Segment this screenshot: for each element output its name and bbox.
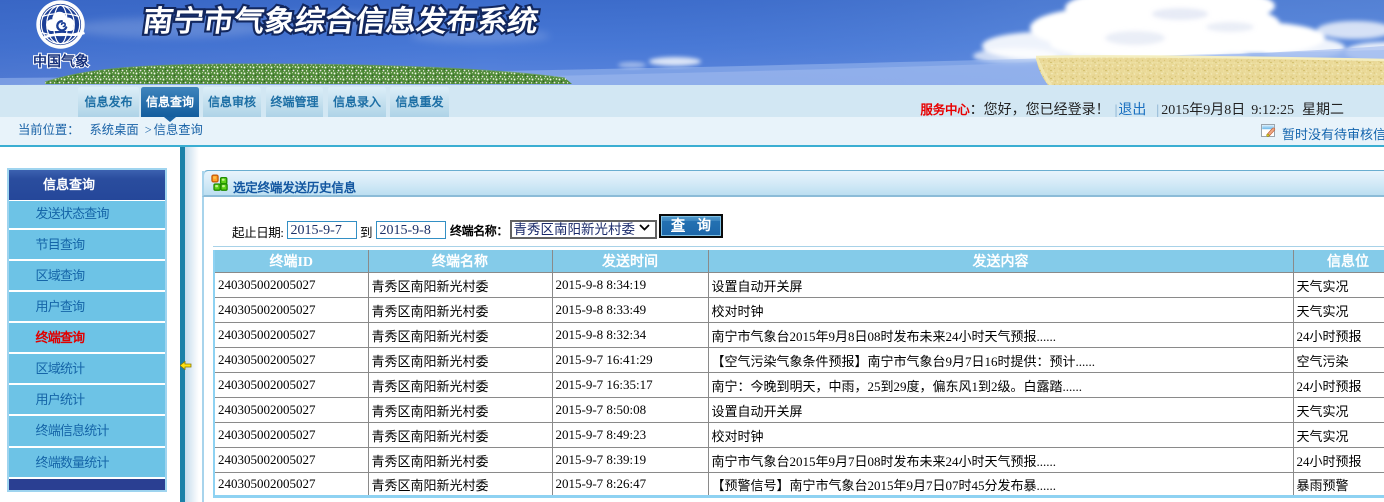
svg-text:南宁市气象综合信息发布系统: 南宁市气象综合信息发布系统 (141, 4, 541, 38)
svg-text:中国气象: 中国气象 (33, 53, 89, 69)
